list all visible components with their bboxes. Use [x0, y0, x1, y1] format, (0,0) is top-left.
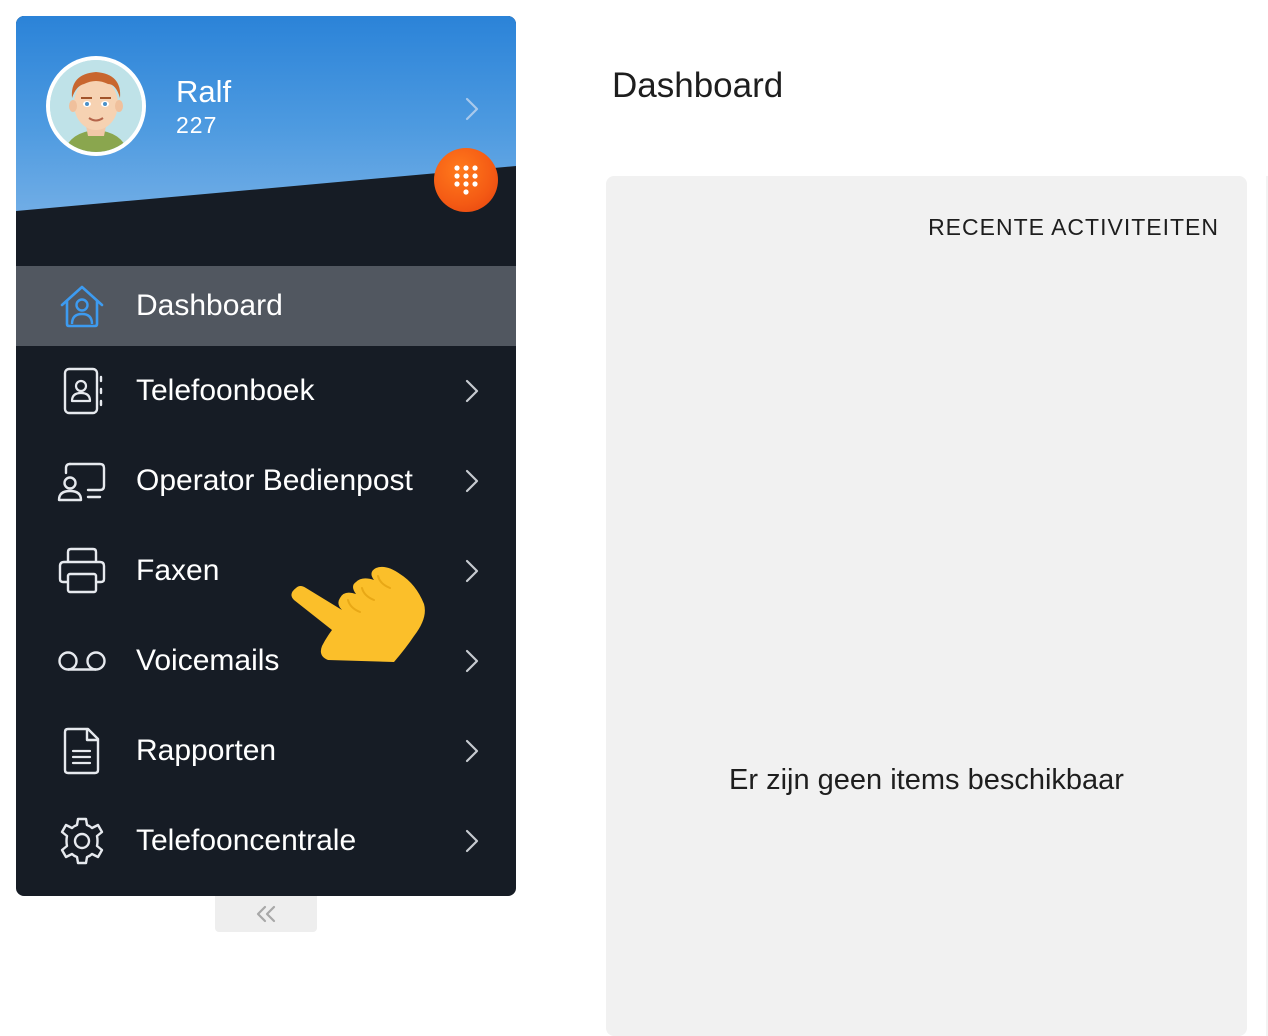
sidebar-item-label: Faxen [136, 554, 220, 587]
chevron-right-icon [465, 739, 479, 763]
sidebar-item-label: Telefoonboek [136, 374, 315, 407]
panel-title: RECENTE ACTIVITEITEN [928, 214, 1219, 240]
home-icon [56, 280, 108, 332]
chevron-right-icon [465, 559, 479, 583]
sidebar-item-dashboard[interactable]: Dashboard [16, 266, 516, 346]
chevron-right-icon [465, 469, 479, 493]
document-icon [56, 725, 108, 777]
sidebar-item-rapporten[interactable]: Rapporten [16, 706, 516, 796]
sidebar-item-telefooncentrale[interactable]: Telefooncentrale [16, 796, 516, 886]
chevron-right-icon [465, 379, 479, 403]
avatar-icon [50, 60, 142, 152]
sidebar-item-faxen[interactable]: Faxen [16, 526, 516, 616]
chevron-right-icon [465, 649, 479, 673]
collapse-sidebar-button[interactable] [215, 896, 317, 932]
user-header[interactable]: Ralf 227 [16, 16, 516, 266]
user-extension: 227 [176, 112, 218, 138]
printer-icon [56, 545, 108, 597]
sidebar-item-telefoonboek[interactable]: Telefoonboek [16, 346, 516, 436]
chevron-right-icon[interactable] [463, 96, 481, 122]
sidebar-item-label: Dashboard [136, 289, 283, 322]
sidebar: Ralf 227 Dashboard Telefoonboek Operator… [16, 16, 516, 896]
sidebar-item-voicemails[interactable]: Voicemails [16, 616, 516, 706]
recent-activity-panel: RECENTE ACTIVITEITEN Er zijn geen items … [606, 176, 1247, 1036]
sidebar-item-label: Operator Bedienpost [136, 464, 413, 497]
sidebar-item-label: Telefooncentrale [136, 824, 357, 857]
sidebar-nav: Dashboard Telefoonboek Operator Bedienpo… [16, 266, 516, 886]
sidebar-item-label: Rapporten [136, 734, 277, 767]
avatar[interactable] [46, 56, 146, 156]
pointing-hand-icon [291, 566, 425, 662]
sidebar-item-label: Voicemails [136, 644, 280, 677]
gear-icon [56, 815, 108, 867]
dialpad-button[interactable] [434, 148, 498, 212]
double-chevron-left-icon [256, 905, 276, 923]
sidebar-item-operator-bedienpost[interactable]: Operator Bedienpost [16, 436, 516, 526]
contact-book-icon [56, 365, 108, 417]
page-title: Dashboard [612, 66, 784, 105]
user-name: Ralf [176, 74, 232, 109]
voicemail-icon [56, 635, 108, 687]
operator-console-icon [56, 455, 108, 507]
chevron-right-icon [465, 829, 479, 853]
dialpad-icon [454, 165, 478, 195]
empty-state-text: Er zijn geen items beschikbaar [729, 764, 1124, 796]
